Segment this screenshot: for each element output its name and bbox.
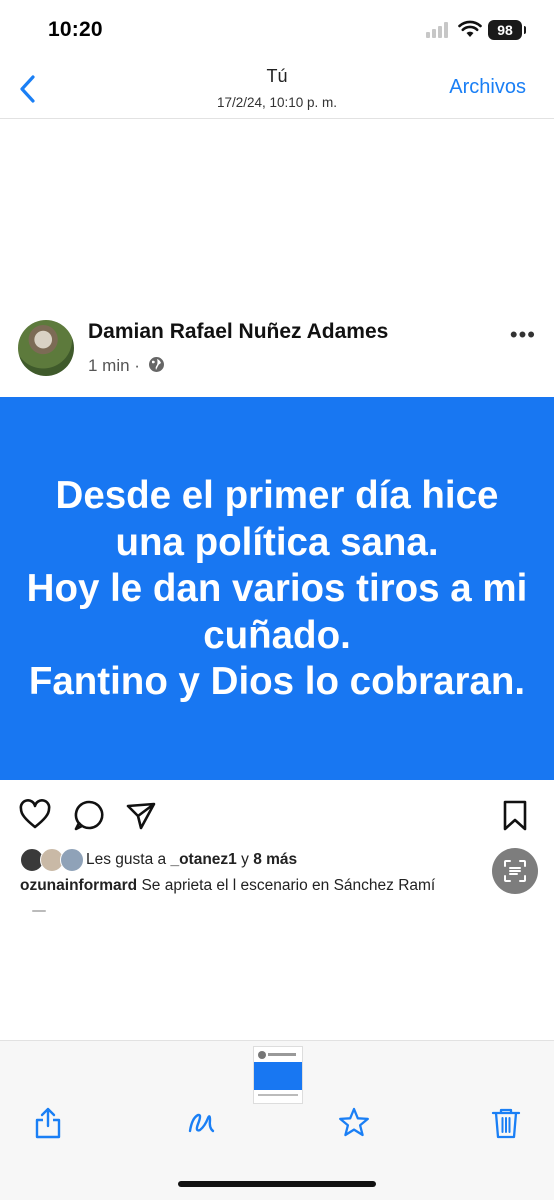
heart-icon[interactable] [18, 798, 52, 832]
battery-icon: 98 [488, 20, 526, 40]
post-text-card: Desde el primer día hice una política sa… [0, 397, 554, 780]
divider [32, 910, 46, 912]
avatar [18, 320, 74, 376]
wifi-icon [458, 20, 482, 37]
status-time: 10:20 [48, 18, 103, 41]
markup-icon[interactable] [186, 1106, 218, 1140]
live-text-scan-button[interactable] [492, 848, 538, 894]
avatar [60, 848, 84, 872]
text-scan-icon [504, 860, 526, 882]
caption: ozunainformard Se aprieta el l escenario… [20, 877, 498, 895]
likes-more[interactable]: 8 más [253, 851, 297, 868]
divider [0, 118, 554, 119]
home-indicator[interactable] [178, 1181, 376, 1187]
trash-icon[interactable] [490, 1106, 522, 1140]
comment-icon[interactable] [72, 798, 106, 832]
likes-text: Les gusta a _otanez1 y 8 más [86, 851, 297, 869]
liker-username[interactable]: _otanez1 [170, 851, 236, 868]
post-meta: 1 min · [88, 356, 165, 376]
liker-avatars [20, 848, 84, 872]
caption-username[interactable]: ozunainformard [20, 877, 137, 894]
caption-text: Se aprieta el l escenario en Sánchez Ram… [141, 877, 436, 894]
favorite-star-icon[interactable] [338, 1106, 370, 1140]
cellular-signal-icon [426, 22, 448, 38]
post-text: Desde el primer día hice una política sa… [26, 474, 528, 704]
share-icon[interactable] [32, 1106, 64, 1140]
archivos-button[interactable]: Archivos [449, 76, 526, 99]
post-author: Damian Rafael Nuñez Adames [88, 320, 389, 343]
image-thumbnail[interactable] [253, 1046, 303, 1104]
post-time: 1 min · [88, 356, 140, 375]
likes-joiner: y [241, 851, 249, 868]
share-send-icon[interactable] [124, 798, 158, 832]
bookmark-icon[interactable] [498, 798, 532, 832]
more-options-icon[interactable]: ••• [510, 322, 536, 348]
globe-icon [148, 357, 164, 372]
likes-prefix: Les gusta a [86, 851, 167, 868]
